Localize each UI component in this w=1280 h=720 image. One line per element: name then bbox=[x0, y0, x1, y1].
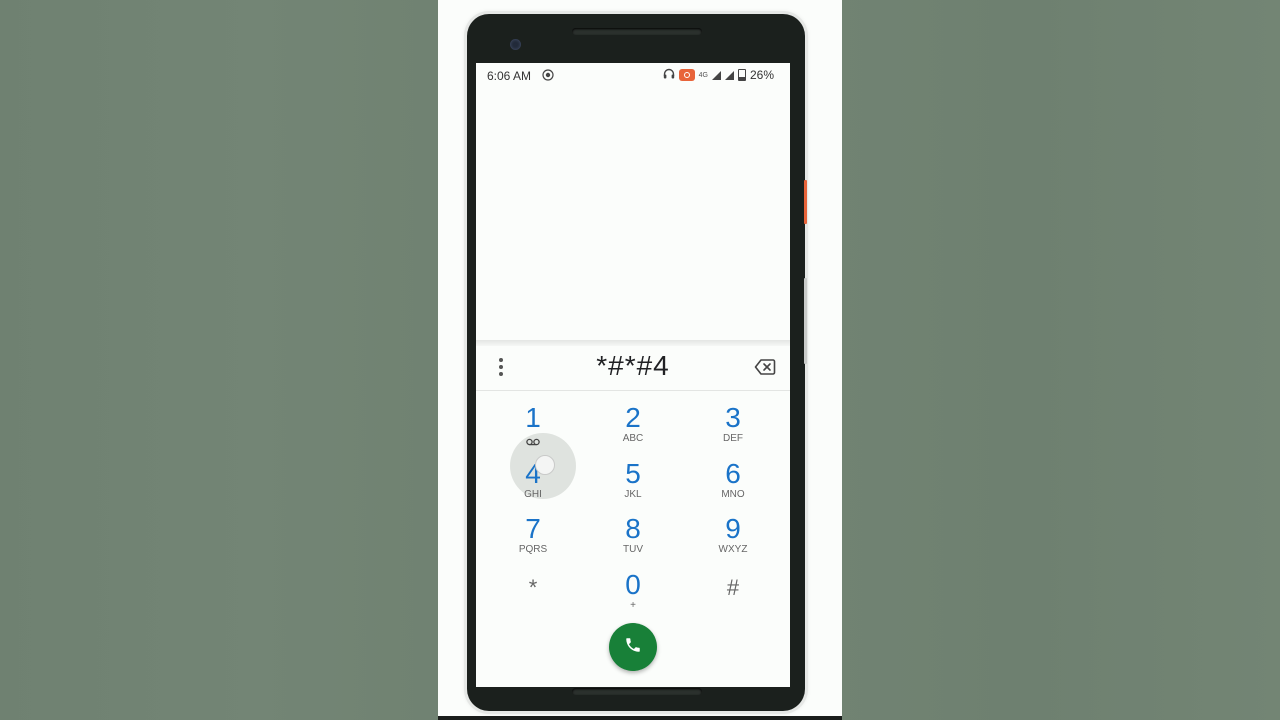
video-bottom-edge bbox=[438, 716, 842, 720]
key-letters: + bbox=[630, 600, 636, 611]
key-digit: 0 bbox=[625, 569, 641, 600]
key-digit: 2 bbox=[625, 402, 641, 433]
dialpad-key-1[interactable]: 1 bbox=[493, 403, 573, 457]
key-symbol: # bbox=[726, 575, 740, 600]
dialpad-key-hash[interactable]: # bbox=[693, 567, 773, 621]
signal-icon bbox=[724, 70, 734, 80]
screen-record-icon bbox=[542, 69, 554, 84]
volume-button[interactable] bbox=[804, 278, 807, 364]
key-digit: 9 bbox=[725, 513, 741, 544]
key-letters: TUV bbox=[623, 544, 643, 555]
key-digit: 6 bbox=[725, 458, 741, 489]
digits-entry-row: *#*#4 bbox=[476, 346, 790, 391]
key-symbol: * bbox=[528, 575, 538, 600]
call-button[interactable] bbox=[609, 623, 657, 671]
dialpad-key-2[interactable]: 2 ABC bbox=[593, 403, 673, 457]
key-digit: 5 bbox=[625, 458, 641, 489]
key-letters: JKL bbox=[624, 489, 642, 500]
key-digit: 3 bbox=[725, 402, 741, 433]
status-icons: 4G 26% bbox=[663, 68, 774, 82]
phone-screen: 6:06 AM 4G 26% *#*#4 1 2 ABC 3 DEF 4 GHI… bbox=[476, 63, 790, 687]
voicemail-icon bbox=[493, 433, 573, 446]
headphones-icon bbox=[663, 68, 675, 82]
bottom-speaker-grille bbox=[572, 688, 702, 695]
front-camera-icon bbox=[510, 39, 521, 50]
phone-icon bbox=[624, 636, 642, 659]
key-digit: 1 bbox=[525, 402, 541, 433]
signal-icon bbox=[711, 70, 721, 80]
overflow-menu-icon[interactable] bbox=[496, 358, 506, 376]
entered-digits[interactable]: *#*#4 bbox=[536, 350, 730, 382]
key-digit: 4 bbox=[525, 458, 541, 489]
key-letters: MNO bbox=[721, 489, 745, 500]
key-letters: GHI bbox=[524, 489, 542, 500]
dialpad-key-7[interactable]: 7 PQRS bbox=[493, 514, 573, 568]
dialpad-key-6[interactable]: 6 MNO bbox=[693, 459, 773, 513]
backspace-icon[interactable] bbox=[754, 358, 776, 376]
dialpad-key-4[interactable]: 4 GHI bbox=[493, 459, 573, 513]
key-digit: 7 bbox=[525, 513, 541, 544]
key-letters: DEF bbox=[723, 433, 743, 444]
top-speaker-grille bbox=[572, 28, 702, 35]
battery-percent: 26% bbox=[749, 68, 774, 82]
dialpad-key-star[interactable]: * bbox=[493, 567, 573, 621]
key-letters: WXYZ bbox=[718, 544, 748, 555]
dialpad-key-9[interactable]: 9 WXYZ bbox=[693, 514, 773, 568]
battery-icon bbox=[737, 69, 746, 81]
touch-indicator bbox=[535, 455, 555, 475]
power-button[interactable] bbox=[804, 180, 807, 224]
dialpad-key-8[interactable]: 8 TUV bbox=[593, 514, 673, 568]
status-bar: 6:06 AM 4G 26% bbox=[476, 63, 790, 89]
status-time: 6:06 AM bbox=[487, 69, 532, 83]
key-letters: ABC bbox=[622, 433, 644, 444]
dialpad-key-0[interactable]: 0 + bbox=[593, 570, 673, 624]
network-type-label: 4G bbox=[698, 71, 708, 79]
recording-badge-icon bbox=[678, 69, 695, 81]
key-digit: 8 bbox=[625, 513, 641, 544]
key-letters: PQRS bbox=[518, 544, 548, 555]
dialpad-key-3[interactable]: 3 DEF bbox=[693, 403, 773, 457]
dialpad-key-5[interactable]: 5 JKL bbox=[593, 459, 673, 513]
